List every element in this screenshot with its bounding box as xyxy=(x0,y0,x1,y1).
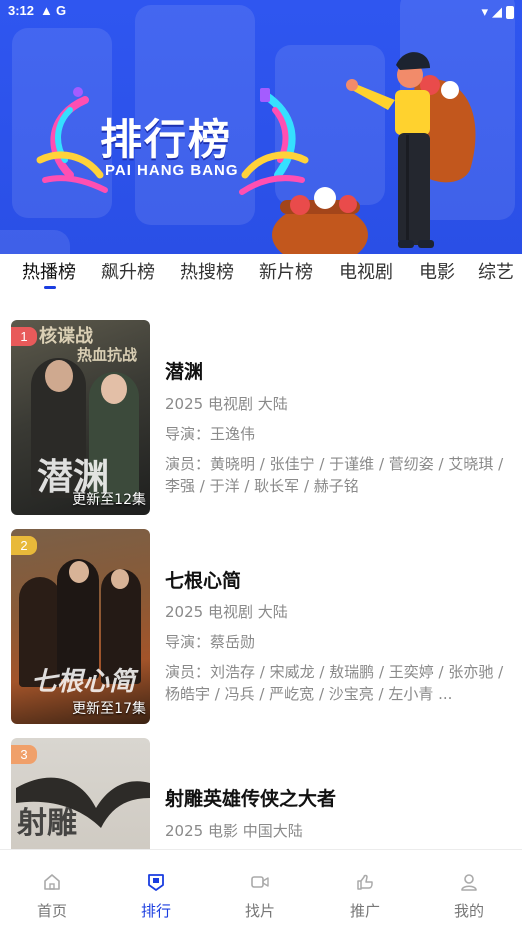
banner: 3:12 ▲ G ▾ ◢ 排行榜 PAI HANG BANG xyxy=(0,0,522,254)
active-tab-indicator xyxy=(44,286,56,289)
category-tabs: 热播榜 飙升榜 热搜榜 新片榜 电视剧 电影 综艺 xyxy=(0,254,522,294)
nav-ranking-label: 排行 xyxy=(140,902,171,920)
video-icon xyxy=(251,876,269,888)
item-director: 导演：蔡岳勋 xyxy=(165,633,256,651)
profile-icon xyxy=(461,874,477,891)
list-item[interactable]: 核谍战 热血抗战 潜渊 1 更新至12集 潜渊 2025 电视剧 大陆 导演：王… xyxy=(0,320,522,516)
nav-promote[interactable]: 推广 xyxy=(313,850,417,928)
tab-hot-play[interactable]: 热播榜 xyxy=(22,258,76,284)
tab-variety[interactable]: 综艺 xyxy=(478,258,514,284)
nav-discover-label: 找片 xyxy=(244,902,275,920)
item-title[interactable]: 潜渊 xyxy=(165,357,203,384)
tab-new[interactable]: 新片榜 xyxy=(259,258,313,284)
nav-profile[interactable]: 我的 xyxy=(417,850,521,928)
ranking-icon xyxy=(148,874,164,891)
nav-home-label: 首页 xyxy=(36,902,67,920)
signal-icon: ◢ xyxy=(492,4,502,19)
update-status: 更新至17集 xyxy=(72,701,146,717)
item-meta: 2025 电影 中国大陆 xyxy=(165,822,303,840)
update-status: 更新至12集 xyxy=(72,492,146,508)
home-icon xyxy=(44,874,60,890)
poster-image[interactable]: 七根心简 2 更新至17集 xyxy=(11,529,150,724)
item-title[interactable]: 射雕英雄传侠之大者 xyxy=(165,784,336,811)
poster-title: 七根心简 xyxy=(31,667,136,697)
rank-badge: 2 xyxy=(11,536,37,555)
nav-ranking[interactable]: 排行 xyxy=(104,850,208,928)
rank-badge: 3 xyxy=(11,745,37,764)
promote-icon xyxy=(357,874,373,890)
poster-subtagline: 热血抗战 xyxy=(77,346,138,364)
list-item[interactable]: 七根心简 2 更新至17集 七根心简 2025 电视剧 大陆 导演：蔡岳勋 演员… xyxy=(0,529,522,725)
nav-promote-label: 推广 xyxy=(349,902,380,920)
bottom-navigation: 首页 排行 找片 推广 我的 xyxy=(0,849,522,928)
tab-hot-search[interactable]: 热搜榜 xyxy=(180,258,234,284)
rank-badge: 1 xyxy=(11,327,37,346)
item-meta: 2025 电视剧 大陆 xyxy=(165,603,288,621)
item-cast: 演员：刘浩存 / 宋威龙 / 敖瑞鹏 / 王奕婷 / 张亦驰 / 杨皓宇 / 冯… xyxy=(165,663,504,703)
tab-rising[interactable]: 飙升榜 xyxy=(101,258,155,284)
poster-image[interactable]: 射雕 3 xyxy=(11,738,150,849)
android-icon: ▲ xyxy=(40,3,53,18)
status-bar: 3:12 ▲ G ▾ ◢ xyxy=(0,0,522,24)
tab-tv[interactable]: 电视剧 xyxy=(339,258,393,284)
list-item[interactable]: 射雕 3 射雕英雄传侠之大者 2025 电影 中国大陆 xyxy=(0,738,522,849)
tab-movie[interactable]: 电影 xyxy=(419,258,455,284)
battery-icon xyxy=(506,5,514,19)
delivery-person-illustration xyxy=(272,52,476,254)
google-icon: G xyxy=(56,3,67,18)
item-meta: 2025 电视剧 大陆 xyxy=(165,395,288,413)
item-director: 导演：王逸伟 xyxy=(165,425,256,443)
poster-title: 射雕 xyxy=(17,806,77,841)
nav-profile-label: 我的 xyxy=(453,902,484,920)
poster-image[interactable]: 核谍战 热血抗战 潜渊 1 更新至12集 xyxy=(11,320,150,515)
item-cast: 演员：黄晓明 / 张佳宁 / 于谨维 / 菅纫姿 / 艾晓琪 / 李强 / 于洋… xyxy=(165,455,504,495)
banner-subtitle: PAI HANG BANG xyxy=(105,162,239,179)
item-title[interactable]: 七根心简 xyxy=(165,566,241,593)
nav-discover[interactable]: 找片 xyxy=(208,850,312,928)
status-time: 3:12 xyxy=(8,3,35,18)
wifi-icon: ▾ xyxy=(481,4,488,19)
nav-home[interactable]: 首页 xyxy=(0,850,104,928)
banner-title: 排行榜 xyxy=(100,115,233,164)
